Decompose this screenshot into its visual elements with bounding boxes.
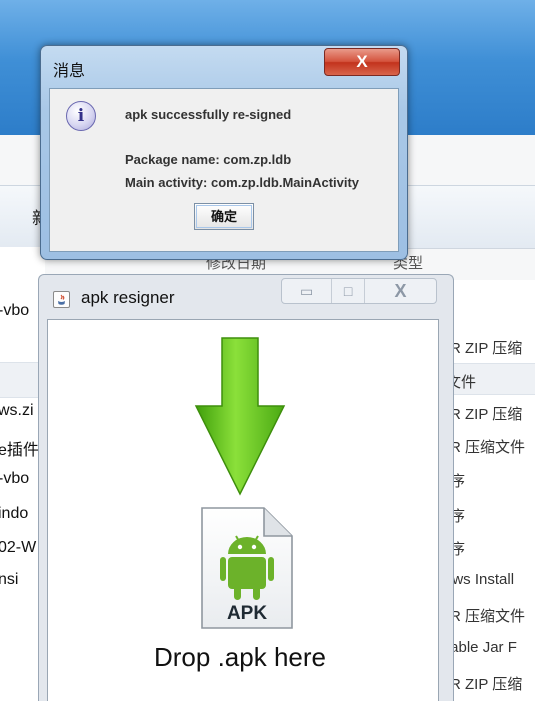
main-activity-text: Main activity: com.zp.ldb.MainActivity [125,175,360,190]
apk-drop-zone[interactable]: APK Drop .apk here [47,319,439,701]
message-dialog: 消息 X i apk successfully re-signed Packag… [40,45,408,260]
down-arrow-icon [194,337,286,496]
list-item[interactable]: 02-W [0,539,36,557]
list-item[interactable]: ows Install [448,571,514,588]
list-item[interactable]: nsi [0,571,18,589]
list-item[interactable]: AR 压缩文件 [448,436,525,457]
list-item[interactable]: AR ZIP 压缩 [448,337,522,358]
close-button[interactable]: X [365,279,436,303]
background-file-list-types: AR ZIP 压缩 文件 AR ZIP 压缩 AR 压缩文件 序 序 序 ows… [448,280,535,700]
info-icon: i [66,101,96,131]
dialog-close-button[interactable]: X [324,48,400,76]
apk-badge: APK [227,603,267,624]
list-item[interactable]: e插件 [0,436,39,460]
maximize-button[interactable]: □ [332,279,365,303]
window-controls: ▭ □ X [281,278,437,304]
list-item[interactable]: AR ZIP 压缩 [448,403,522,424]
list-item[interactable]: AR ZIP 压缩 [448,673,522,694]
list-item[interactable]: -vbo [0,302,29,320]
list-item[interactable]: ws.zi [0,402,34,420]
package-name-text: Package name: com.zp.ldb [125,152,292,167]
dialog-body: i apk successfully re-signed Package nam… [49,88,399,252]
apk-resigner-window: apk resigner ▭ □ X APK Drop .apk here [38,274,454,701]
drop-instruction: Drop .apk here [154,642,326,672]
ok-button[interactable]: 确定 [194,203,254,230]
apk-file-icon: APK [201,507,293,629]
java-app-icon [53,291,70,308]
list-item[interactable]: AR 压缩文件 [448,605,525,626]
list-item[interactable]: table Jar F [448,639,517,656]
list-item[interactable]: -vbo [0,470,29,488]
minimize-button[interactable]: ▭ [282,279,333,303]
dialog-title: 消息 [53,63,86,80]
success-message: apk successfully re-signed [125,107,292,122]
list-item[interactable]: indo [0,505,28,523]
window-title: apk resigner [81,288,175,307]
